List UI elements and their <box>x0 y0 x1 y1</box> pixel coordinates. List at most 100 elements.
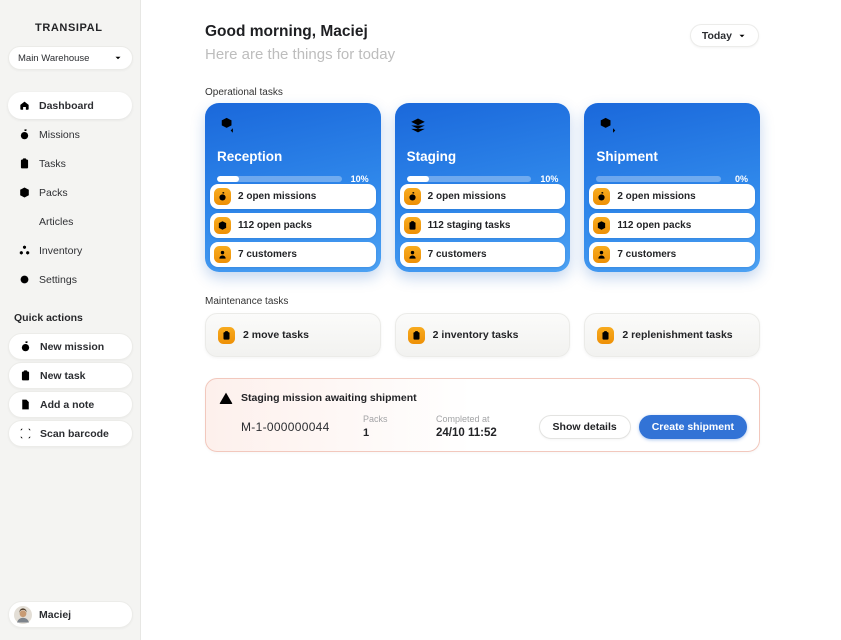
staging-card: Staging 10% 2 open missions 112 staging … <box>395 103 571 272</box>
create-shipment-button[interactable]: Create shipment <box>639 415 747 439</box>
show-details-button[interactable]: Show details <box>539 415 631 439</box>
stat-row-open-missions[interactable]: 2 open missions <box>210 184 376 209</box>
stat-label: 2 open missions <box>238 191 316 202</box>
task-icon <box>408 327 425 344</box>
period-selector[interactable]: Today <box>690 24 759 47</box>
operational-section-heading: Operational tasks <box>205 87 283 98</box>
user-menu[interactable]: Maciej <box>8 601 133 628</box>
task-icon <box>597 327 614 344</box>
progress-track <box>407 176 532 182</box>
layers-icon <box>407 115 429 137</box>
sidebar-item-missions[interactable]: Missions <box>8 121 132 148</box>
warning-icon <box>218 390 234 406</box>
customer-icon <box>593 246 610 263</box>
sidebar-item-dashboard[interactable]: Dashboard <box>8 92 132 119</box>
progress-percent: 0% <box>728 174 748 184</box>
barcode-icon <box>19 427 32 440</box>
mission-id: M-1-000000044 <box>241 420 363 434</box>
pack-icon <box>593 217 610 234</box>
progress-track <box>596 176 721 182</box>
box-in-icon <box>217 115 239 137</box>
inventory-tasks-card[interactable]: 2 inventory tasks <box>395 313 571 357</box>
stat-row-customers[interactable]: 7 customers <box>589 242 755 267</box>
task-icon <box>218 327 235 344</box>
settings-icon <box>18 273 31 286</box>
sidebar-item-inventory[interactable]: Inventory <box>8 237 132 264</box>
maintenance-label: 2 inventory tasks <box>433 329 519 341</box>
completed-at-label: Completed at <box>436 414 497 424</box>
card-title: Shipment <box>596 149 748 164</box>
mission-icon <box>593 188 610 205</box>
add-note-button[interactable]: Add a note <box>8 391 133 418</box>
progress-fill <box>217 176 239 182</box>
sidebar: TRANSIPAL Main Warehouse Dashboard Missi… <box>0 0 141 640</box>
pack-icon <box>18 186 31 199</box>
stat-row-open-packs[interactable]: 112 open packs <box>589 213 755 238</box>
stat-label: 2 open missions <box>428 191 506 202</box>
sidebar-item-label: Tasks <box>39 158 66 170</box>
progress-percent: 10% <box>349 174 369 184</box>
stat-row-open-missions[interactable]: 2 open missions <box>589 184 755 209</box>
sidebar-item-label: Packs <box>39 187 68 199</box>
new-task-button[interactable]: New task <box>8 362 133 389</box>
transipal-logo-icon <box>14 20 29 35</box>
maintenance-cards: 2 move tasks 2 inventory tasks 2 repleni… <box>205 313 760 357</box>
sidebar-item-label: Settings <box>39 274 77 286</box>
card-title: Reception <box>217 149 369 164</box>
progress-track <box>217 176 342 182</box>
stat-row-open-packs[interactable]: 112 open packs <box>210 213 376 238</box>
progress-bar: 10% <box>407 174 559 184</box>
sidebar-item-label: Missions <box>39 129 80 141</box>
sidebar-item-packs[interactable]: Packs <box>8 179 132 206</box>
quick-actions-heading: Quick actions <box>14 312 140 324</box>
avatar <box>14 606 32 624</box>
mission-icon <box>19 340 32 353</box>
sidebar-item-settings[interactable]: Settings <box>8 266 132 293</box>
shipment-card: Shipment 0% 2 open missions 112 open pac… <box>584 103 760 272</box>
stat-label: 7 customers <box>617 249 676 260</box>
user-name: Maciej <box>39 609 71 621</box>
completed-at-field: Completed at 24/10 11:52 <box>436 414 497 439</box>
stat-row-customers[interactable]: 7 customers <box>210 242 376 267</box>
sidebar-item-label: Dashboard <box>39 100 94 112</box>
card-title: Staging <box>407 149 559 164</box>
chevron-down-icon <box>737 31 747 41</box>
mission-icon <box>404 188 421 205</box>
period-selector-value: Today <box>702 30 732 42</box>
operational-cards: Reception 10% 2 open missions 112 open p… <box>205 103 760 268</box>
stat-label: 7 customers <box>428 249 487 260</box>
maintenance-section-heading: Maintenance tasks <box>205 296 288 307</box>
note-icon <box>19 398 32 411</box>
stat-row-open-missions[interactable]: 2 open missions <box>400 184 566 209</box>
reception-card: Reception 10% 2 open missions 112 open p… <box>205 103 381 272</box>
packs-field: Packs 1 <box>363 414 436 439</box>
quick-action-label: New mission <box>40 341 104 353</box>
quick-action-label: New task <box>40 370 86 382</box>
alert-title: Staging mission awaiting shipment <box>241 392 417 404</box>
move-tasks-card[interactable]: 2 move tasks <box>205 313 381 357</box>
page-header: Good morning, Maciej Here are the things… <box>205 23 395 63</box>
new-mission-button[interactable]: New mission <box>8 333 133 360</box>
task-icon <box>404 217 421 234</box>
sidebar-item-articles[interactable]: Articles <box>8 208 132 235</box>
progress-bar: 10% <box>217 174 369 184</box>
brand-name: TRANSIPAL <box>35 22 103 34</box>
replenishment-tasks-card[interactable]: 2 replenishment tasks <box>584 313 760 357</box>
warehouse-selector[interactable]: Main Warehouse <box>8 46 133 70</box>
mission-icon <box>18 128 31 141</box>
stat-row-customers[interactable]: 7 customers <box>400 242 566 267</box>
home-icon <box>18 99 31 112</box>
stat-row-staging-tasks[interactable]: 112 staging tasks <box>400 213 566 238</box>
quick-action-label: Add a note <box>40 399 94 411</box>
greeting-title: Good morning, Maciej <box>205 23 395 41</box>
stat-label: 112 open packs <box>238 220 312 231</box>
scan-barcode-button[interactable]: Scan barcode <box>8 420 133 447</box>
customer-icon <box>404 246 421 263</box>
sidebar-item-tasks[interactable]: Tasks <box>8 150 132 177</box>
stat-label: 7 customers <box>238 249 297 260</box>
stat-label: 2 open missions <box>617 191 695 202</box>
task-icon <box>19 369 32 382</box>
sidebar-nav: Dashboard Missions Tasks Packs Articles … <box>0 92 140 293</box>
warehouse-selector-value: Main Warehouse <box>18 53 89 64</box>
stat-label: 112 staging tasks <box>428 220 511 231</box>
